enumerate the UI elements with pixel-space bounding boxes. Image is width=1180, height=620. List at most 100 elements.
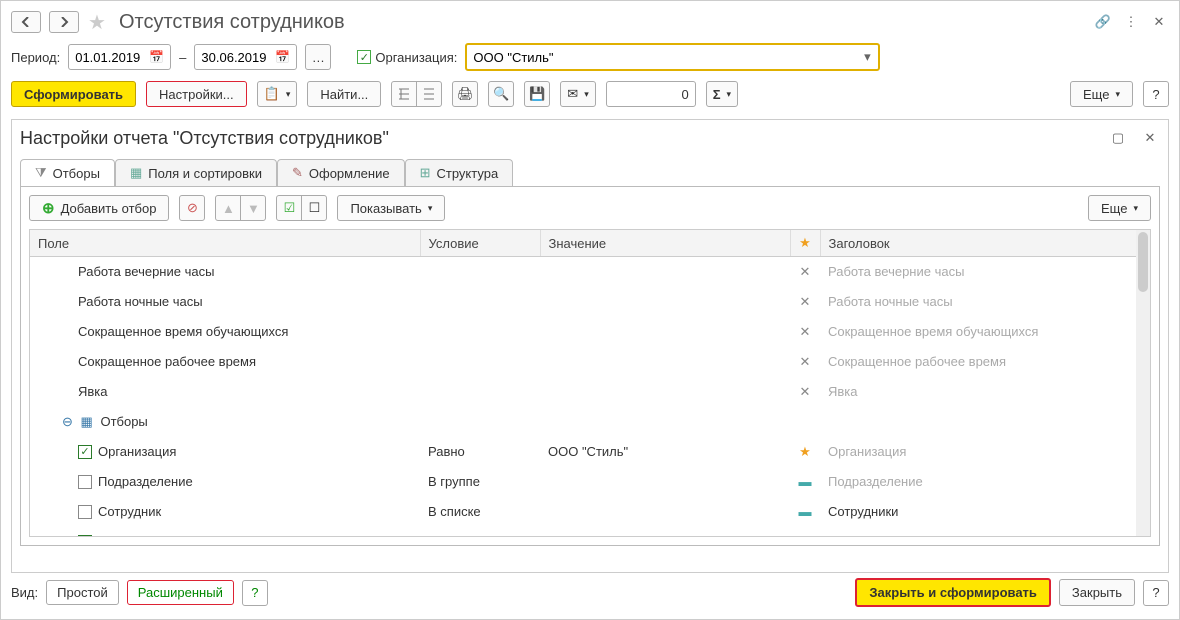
table-row[interactable]: Работа ночные часы✕Работа ночные часы <box>30 287 1150 317</box>
add-filter-button[interactable]: ⊕Добавить отбор <box>29 195 169 221</box>
expand-all-button[interactable] <box>391 81 417 107</box>
collapse-all-button[interactable] <box>416 81 442 107</box>
value-cell[interactable]: ООО "Стиль" <box>540 437 790 467</box>
col-star[interactable]: ★ <box>790 230 820 257</box>
status-icon-cell[interactable]: ✕ <box>790 347 820 377</box>
scrollbar[interactable] <box>1136 230 1150 536</box>
value-cell[interactable] <box>540 287 790 317</box>
number-field[interactable]: 0 <box>606 81 696 107</box>
header-cell[interactable]: Явка <box>820 377 1150 407</box>
email-button[interactable]: ✉▾ <box>560 81 595 107</box>
nav-back-button[interactable] <box>11 11 41 33</box>
value-cell[interactable] <box>540 257 790 287</box>
help-button[interactable]: ? <box>1143 81 1169 107</box>
show-mode-button[interactable]: Показывать▾ <box>337 195 445 221</box>
table-row[interactable]: Явка✕Явка <box>30 377 1150 407</box>
checkbox-on[interactable]: ✓ <box>78 445 92 459</box>
table-row[interactable]: Работа вечерние часы✕Работа вечерние час… <box>30 257 1150 287</box>
footer-help-button[interactable]: ? <box>242 580 268 606</box>
status-icon-cell[interactable]: ▬ <box>790 467 820 497</box>
table-row[interactable]: ⊖ ▦ Отборы <box>30 407 1150 437</box>
footer-help2-button[interactable]: ? <box>1143 580 1169 606</box>
col-condition[interactable]: Условие <box>420 230 540 257</box>
date-from-input[interactable] <box>73 49 147 66</box>
header-cell[interactable]: Организация <box>820 437 1150 467</box>
collapse-icon[interactable]: ⊖ <box>62 414 73 429</box>
print-button[interactable]: 🖨 <box>452 81 478 107</box>
period-select-button[interactable]: … <box>305 44 331 70</box>
condition-cell[interactable]: В группе <box>420 467 540 497</box>
table-row[interactable]: ПодразделениеВ группе▬Подразделение <box>30 467 1150 497</box>
table-row[interactable]: Сокращенное время обучающихся✕Сокращенно… <box>30 317 1150 347</box>
value-cell[interactable] <box>540 317 790 347</box>
table-row[interactable]: Сокращенное рабочее время✕Сокращенное ра… <box>30 347 1150 377</box>
table-row[interactable]: ✓ Состояние РавноОтпуск по уходу за ребенк… <box>30 527 1150 538</box>
favorite-star-icon[interactable]: ★ <box>87 12 107 32</box>
value-cell[interactable] <box>540 467 790 497</box>
settings-button[interactable]: Настройки... <box>146 81 247 107</box>
condition-cell[interactable]: Равно <box>420 527 540 538</box>
sum-button[interactable]: Σ▾ <box>706 81 738 107</box>
kebab-menu-icon[interactable]: ⋮ <box>1121 12 1141 32</box>
value-cell[interactable] <box>540 497 790 527</box>
condition-cell[interactable] <box>420 257 540 287</box>
check-all-button[interactable]: ☑ <box>276 195 302 221</box>
status-icon-cell[interactable]: ▬ <box>790 497 820 527</box>
save-button[interactable]: 💾 <box>524 81 550 107</box>
col-field[interactable]: Поле <box>30 230 420 257</box>
condition-cell[interactable] <box>420 347 540 377</box>
nav-forward-button[interactable] <box>49 11 79 33</box>
tc-more-button[interactable]: Еще▾ <box>1088 195 1151 221</box>
status-icon-cell[interactable]: ✕ <box>790 287 820 317</box>
mode-advanced-button[interactable]: Расширенный <box>127 580 234 605</box>
header-cell[interactable]: Сотрудники <box>820 497 1150 527</box>
date-to-input[interactable] <box>199 49 273 66</box>
dropdown-icon[interactable]: ▾ <box>856 49 878 65</box>
link-icon[interactable]: 🔗 <box>1093 12 1113 32</box>
generate-button[interactable]: Сформировать <box>11 81 136 107</box>
move-up-button[interactable]: ▲ <box>215 195 241 221</box>
header-cell[interactable]: Состояние <box>820 527 1150 538</box>
col-value[interactable]: Значение <box>540 230 790 257</box>
header-cell[interactable]: Сокращенное рабочее время <box>820 347 1150 377</box>
date-from-field[interactable]: 📅 <box>68 44 171 70</box>
status-icon-cell[interactable]: ✕ <box>790 377 820 407</box>
table-row[interactable]: ✓ОрганизацияРавноООО "Стиль"★Организация <box>30 437 1150 467</box>
checkbox-on[interactable]: ✓ <box>78 535 92 537</box>
value-cell[interactable]: Отпуск по уходу за ребенком <box>540 527 790 538</box>
condition-cell[interactable] <box>420 317 540 347</box>
status-icon-cell[interactable]: ✕ <box>790 257 820 287</box>
col-header[interactable]: Заголовок <box>820 230 1150 257</box>
close-window-icon[interactable]: ✕ <box>1149 12 1169 32</box>
tab-appearance[interactable]: ✎Оформление <box>277 159 405 186</box>
header-cell[interactable]: Работа ночные часы <box>820 287 1150 317</box>
checkbox-off[interactable] <box>78 505 92 519</box>
calendar-icon[interactable]: 📅 <box>147 50 166 64</box>
find-button[interactable]: Найти... <box>307 81 381 107</box>
calendar-icon[interactable]: 📅 <box>273 50 292 64</box>
close-and-generate-button[interactable]: Закрыть и сформировать <box>855 578 1051 607</box>
close-icon[interactable]: ✕ <box>1140 128 1160 148</box>
value-cell[interactable] <box>540 377 790 407</box>
header-cell[interactable]: Работа вечерние часы <box>820 257 1150 287</box>
header-cell[interactable]: Подразделение <box>820 467 1150 497</box>
status-icon-cell[interactable]: ✕ <box>790 317 820 347</box>
preview-button[interactable]: 🔍 <box>488 81 514 107</box>
mode-simple-button[interactable]: Простой <box>46 580 119 605</box>
org-checkbox[interactable]: ✓ Организация: <box>357 50 457 65</box>
variants-button[interactable]: 📋▾ <box>257 81 298 107</box>
tab-filters[interactable]: ⧩Отборы <box>20 159 115 186</box>
value-cell[interactable] <box>540 347 790 377</box>
close-button[interactable]: Закрыть <box>1059 579 1135 606</box>
maximize-icon[interactable]: ▢ <box>1108 128 1128 148</box>
org-input[interactable] <box>467 50 856 65</box>
uncheck-all-button[interactable]: ☐ <box>301 195 327 221</box>
condition-cell[interactable] <box>420 377 540 407</box>
org-field[interactable]: ▾ <box>465 43 880 71</box>
delete-filter-button[interactable]: ⊘ <box>179 195 205 221</box>
status-icon-cell[interactable]: ★ <box>790 437 820 467</box>
condition-cell[interactable]: Равно <box>420 437 540 467</box>
header-cell[interactable]: Сокращенное время обучающихся <box>820 317 1150 347</box>
move-down-button[interactable]: ▼ <box>240 195 266 221</box>
status-icon-cell[interactable]: ✕ <box>790 527 820 538</box>
